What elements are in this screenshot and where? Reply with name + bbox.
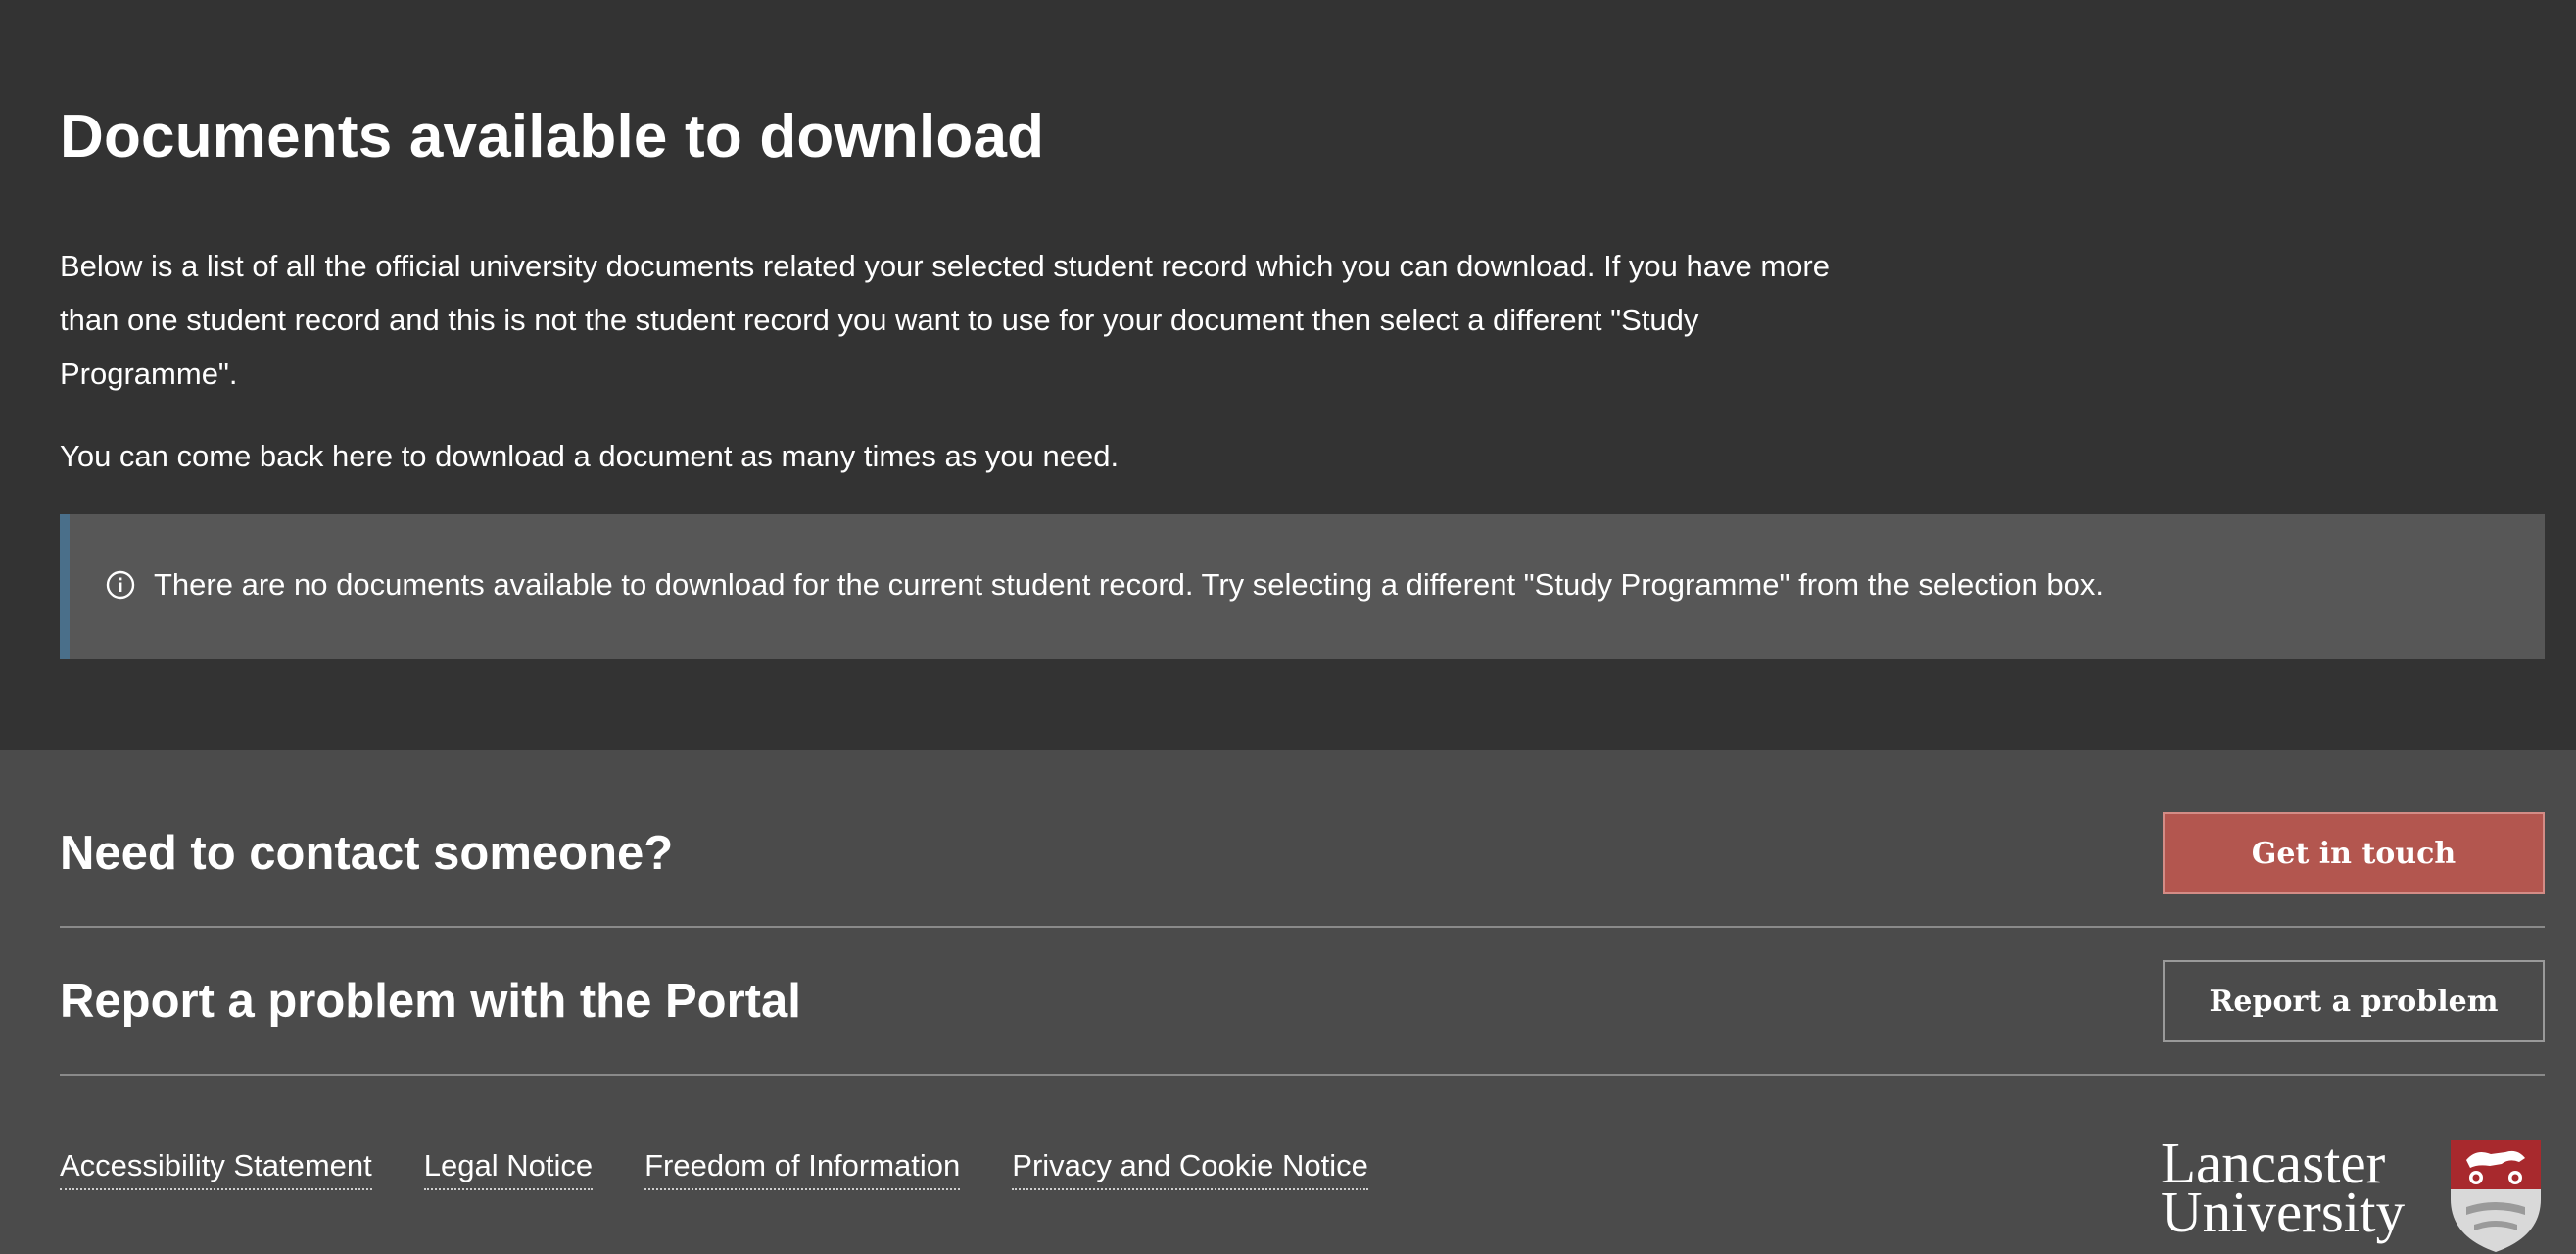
- info-icon: [106, 570, 135, 600]
- accessibility-statement-link[interactable]: Accessibility Statement: [60, 1144, 372, 1190]
- report-problem-button[interactable]: Report a problem: [2163, 960, 2545, 1042]
- get-in-touch-button[interactable]: Get in touch: [2163, 812, 2545, 894]
- footer-divider: [60, 1074, 2545, 1076]
- logo-line-2: University: [2161, 1180, 2406, 1244]
- footer-divider: [60, 926, 2545, 928]
- freedom-of-information-link[interactable]: Freedom of Information: [644, 1144, 961, 1190]
- privacy-cookie-notice-link[interactable]: Privacy and Cookie Notice: [1012, 1144, 1368, 1190]
- main-content: Documents available to download Below is…: [0, 0, 2576, 750]
- crest-icon: [2451, 1140, 2541, 1252]
- alert-message: There are no documents available to down…: [154, 567, 2104, 602]
- logo-wordmark: Lancaster University: [2161, 1134, 2406, 1244]
- footer-links: Accessibility Statement Legal Notice Fre…: [60, 1144, 1368, 1190]
- footer: Need to contact someone? Get in touch Re…: [0, 750, 2576, 1254]
- contact-heading: Need to contact someone?: [60, 827, 674, 880]
- report-heading: Report a problem with the Portal: [60, 975, 801, 1028]
- lancaster-university-logo[interactable]: Lancaster University: [2161, 1134, 2547, 1254]
- no-documents-alert: There are no documents available to down…: [60, 514, 2545, 659]
- intro-paragraph-2: You can come back here to download a doc…: [60, 439, 1120, 473]
- intro-paragraph: Below is a list of all the official univ…: [60, 249, 1830, 391]
- page-title: Documents available to download: [60, 103, 1045, 170]
- legal-notice-link[interactable]: Legal Notice: [423, 1144, 594, 1190]
